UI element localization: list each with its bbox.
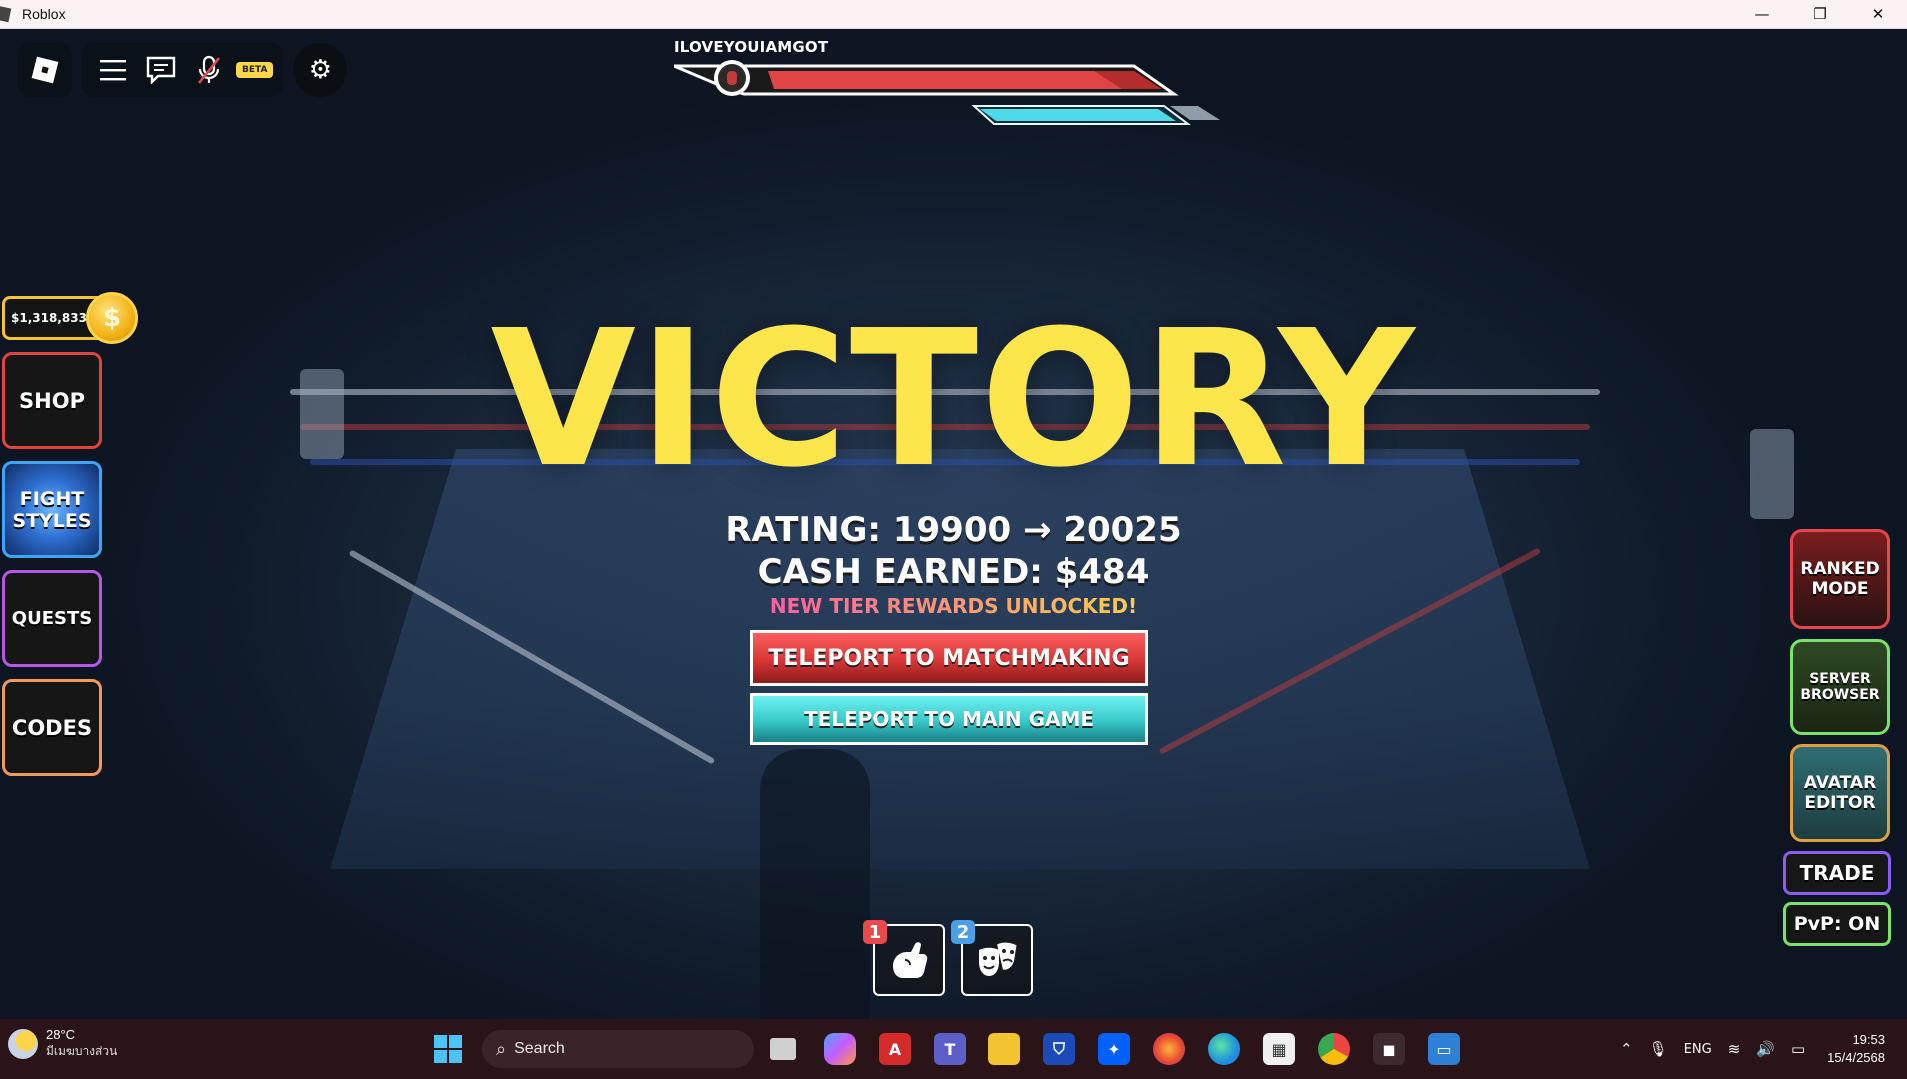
health-bar — [674, 60, 1220, 125]
roblox-menu-bar: BETA ⚙ — [18, 43, 348, 97]
taskbar-search[interactable]: ⌕ Search — [482, 1030, 754, 1068]
teleport-matchmaking-button[interactable]: TELEPORT TO MATCHMAKING — [750, 630, 1148, 686]
firefox-icon[interactable] — [1153, 1033, 1185, 1065]
microphone-muted-icon[interactable] — [188, 49, 230, 91]
file-explorer-icon[interactable] — [988, 1033, 1020, 1065]
maximize-button[interactable]: ❐ — [1791, 0, 1849, 28]
clock-date: 15/4/2568 — [1827, 1050, 1885, 1065]
window-controls: — ❐ ✕ — [1733, 0, 1907, 28]
trade-label: TRADE — [1799, 861, 1875, 885]
acrobat-icon[interactable]: A — [879, 1033, 911, 1065]
minimize-button[interactable]: — — [1733, 0, 1791, 28]
beta-badge[interactable]: BETA — [236, 62, 274, 78]
roblox-logo-icon — [31, 56, 59, 84]
weather-description: มีเมฆบางส่วน — [46, 1044, 118, 1058]
chrome-icon[interactable] — [1318, 1033, 1350, 1065]
player-name: ILOVEYOUIAMGOT — [674, 38, 829, 56]
window-title-bar: Roblox — ❐ ✕ — [0, 0, 1907, 29]
teams-icon[interactable]: T — [934, 1033, 966, 1065]
chat-icon[interactable] — [140, 49, 182, 91]
microsoft-store-icon[interactable]: ▦ — [1263, 1033, 1295, 1065]
copilot-icon[interactable] — [824, 1033, 856, 1065]
gear-icon[interactable]: ⚙ — [293, 43, 348, 97]
teleport-main-game-button[interactable]: TELEPORT TO MAIN GAME — [750, 693, 1148, 745]
remote-desktop-icon[interactable]: ▭ — [1428, 1033, 1460, 1065]
hotbar-key-2: 2 — [951, 920, 975, 944]
volume-icon[interactable]: 🔊 — [1756, 1040, 1775, 1058]
hotbar-key-1: 1 — [863, 920, 887, 944]
search-icon: ⌕ — [496, 1038, 507, 1060]
stamina-fill — [980, 109, 1176, 121]
system-tray: ⌃ 🎙 ENG ≋ 🔊 ▭ 19:53 15/4/2568 — [1612, 1019, 1907, 1079]
roblox-app-icon — [0, 5, 12, 23]
pvp-toggle[interactable]: PvP: ON — [1783, 902, 1891, 946]
tier-rewards-notice: NEW TIER REWARDS UNLOCKED! — [0, 594, 1907, 618]
roblox-taskbar-icon[interactable]: ◼ — [1373, 1033, 1405, 1065]
codes-label: CODES — [11, 715, 93, 740]
server-browser-label: SERVER BROWSER — [1800, 671, 1880, 703]
rating-change: RATING: 19900 → 20025 — [725, 510, 1182, 550]
teleport-matchmaking-label: TELEPORT TO MATCHMAKING — [768, 645, 1130, 671]
victory-headline: VICTORY — [490, 290, 1417, 509]
cash-earned: CASH EARNED: $484 — [757, 552, 1150, 592]
clock-time: 19:53 — [1852, 1032, 1885, 1047]
avatar-editor-label: AVATAR EDITOR — [1803, 773, 1877, 813]
teleport-main-game-label: TELEPORT TO MAIN GAME — [803, 707, 1095, 731]
system-clock[interactable]: 19:53 15/4/2568 — [1827, 1031, 1885, 1067]
windows-taskbar: 28°C มีเมฆบางส่วน ⌕ Search A T ⛉ ✦ ▦ ◼ ▭… — [0, 1019, 1907, 1079]
fist-icon — [893, 942, 928, 978]
server-browser-button[interactable]: SERVER BROWSER — [1790, 639, 1890, 735]
hamburger-menu-icon[interactable] — [92, 49, 134, 91]
edge-icon[interactable] — [1208, 1033, 1240, 1065]
health-fill — [768, 71, 1154, 89]
fighter-silhouette — [760, 749, 870, 1019]
battery-icon[interactable]: ▭ — [1791, 1040, 1805, 1058]
weather-temperature: 28°C — [46, 1027, 76, 1042]
weather-widget[interactable]: 28°C มีเมฆบางส่วน — [8, 1027, 117, 1061]
pvp-label: PvP: ON — [1793, 913, 1881, 935]
wifi-icon[interactable]: ≋ — [1728, 1040, 1741, 1058]
microphone-icon[interactable]: 🎙 — [1649, 1040, 1668, 1058]
dropbox-icon[interactable]: ✦ — [1098, 1033, 1130, 1065]
codes-button[interactable]: CODES — [2, 679, 102, 776]
language-indicator[interactable]: ENG — [1684, 1042, 1712, 1057]
bitwarden-icon[interactable]: ⛉ — [1043, 1033, 1075, 1065]
avatar-editor-button[interactable]: AVATAR EDITOR — [1790, 744, 1890, 842]
search-label: Search — [514, 1040, 565, 1057]
theater-masks-icon — [979, 941, 1018, 976]
windows-start-icon[interactable] — [432, 1033, 464, 1065]
window-title: Roblox — [22, 6, 66, 22]
close-button[interactable]: ✕ — [1849, 0, 1907, 28]
task-view-icon[interactable] — [770, 1038, 796, 1060]
roblox-menu-button[interactable] — [18, 43, 72, 97]
trade-button[interactable]: TRADE — [1783, 851, 1891, 895]
chevron-up-icon[interactable]: ⌃ — [1620, 1040, 1633, 1058]
roblox-toolbar: BETA — [82, 43, 284, 97]
weather-partly-cloudy-icon — [8, 1029, 38, 1059]
